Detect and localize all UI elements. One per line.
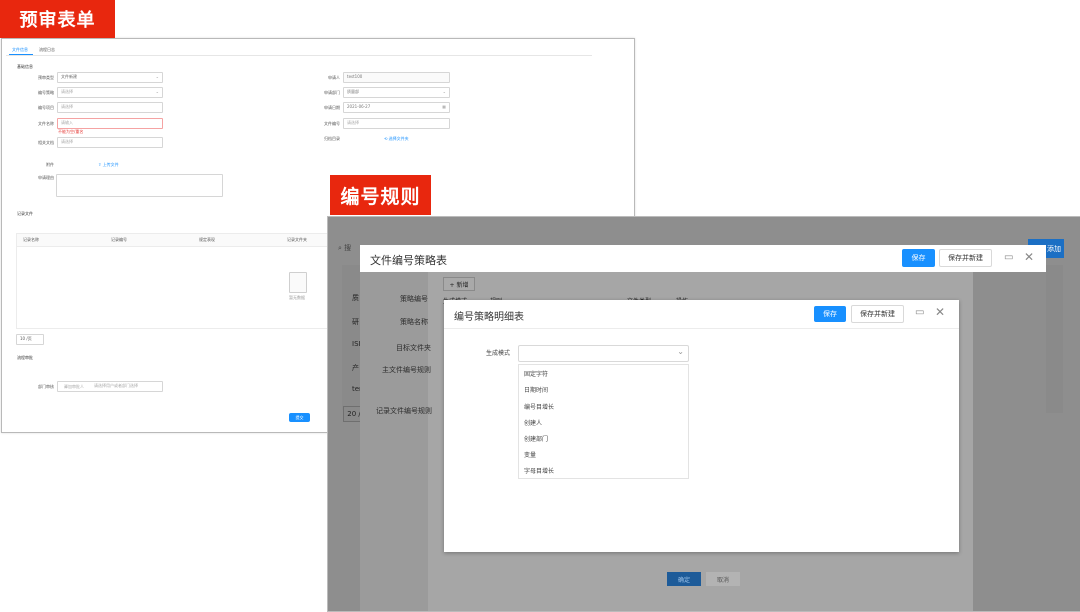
side-label-main-rule: 主文件编号规则	[382, 366, 431, 374]
apply-dept-select[interactable]: 质量部 ⌄	[343, 87, 450, 98]
dept-review-input[interactable]: ⊕ 添加审批人 请选择用户或者部门选择	[57, 381, 163, 392]
close-icon[interactable]: ✕	[1024, 250, 1034, 264]
dropdown-option[interactable]: 字母目增长	[524, 466, 554, 475]
calendar-icon: ▦	[442, 104, 446, 109]
dropdown-option[interactable]: 编号目增长	[524, 402, 554, 411]
col-record-name: 记录名称	[23, 237, 39, 242]
col-record-no: 记录编号	[111, 237, 127, 242]
numbering-strategy-label: 编号策略	[38, 90, 54, 95]
refresh-icon: ⟲	[384, 136, 388, 141]
dept-review-label: 部门审核	[38, 384, 54, 389]
generate-mode-dropdown: 固定字符 日期时间 编号目增长 创建人 创建部门 变量 字母目增长	[518, 364, 689, 479]
strategy-detail-modal: 编号策略明细表 保存 保存并新建 ▭ ✕ 生成模式 ⌄ 固定字符 日期时间 编号…	[444, 300, 959, 552]
dropdown-option[interactable]: 创建人	[524, 418, 542, 427]
bg-table-strip-right	[1045, 265, 1063, 413]
dropdown-option[interactable]: 固定字符	[524, 369, 548, 378]
numbering-rule-tag: 编号规则	[330, 175, 431, 215]
chevron-down-icon: ⌄	[155, 89, 159, 94]
numbering-strategy-select[interactable]: 请选择 ⌄	[57, 87, 163, 98]
submit-button[interactable]: 提交	[289, 413, 310, 422]
generate-mode-select[interactable]: ⌄	[518, 345, 689, 362]
tab-file-info[interactable]: 文件信息	[12, 47, 28, 53]
col-folder: 记录文件夹	[287, 237, 307, 242]
select-folder-link[interactable]: ⟲ 选择文件夹	[384, 136, 409, 142]
apply-date-label: 申请日期	[324, 105, 340, 110]
file-name-input[interactable]: 请输入	[57, 118, 163, 129]
tab-divider	[6, 55, 592, 56]
chevron-down-icon: ⌄	[442, 89, 446, 94]
add-rule-button[interactable]: + 新增	[443, 277, 475, 291]
bg-row: 研	[352, 318, 359, 326]
strategy-modal-title: 文件编号策略表	[370, 254, 447, 267]
side-label-record-rule: 记录文件编号规则	[376, 407, 432, 415]
file-name-error: 不能为空/重名	[58, 129, 84, 134]
number-item-label: 编号项目	[38, 105, 54, 110]
bg-row: 质	[352, 294, 359, 302]
bg-row: 产	[352, 364, 359, 372]
bg-search: ⌕ 搜	[338, 244, 352, 252]
form-type-label: 预审类型	[38, 75, 54, 80]
side-label-target-folder: 目标文件夹	[396, 344, 431, 352]
numbering-rule-screenshot: ⌕ 搜 添加 质 研 ISI 产 ter 20 / 文件编号策略表 保存 保存并…	[327, 216, 1080, 612]
side-label-strategy-no: 策略编号	[400, 295, 428, 303]
maximize-icon[interactable]: ▭	[1004, 252, 1013, 263]
empty-data-icon	[289, 272, 307, 293]
page-size-select[interactable]: 10 /页	[16, 334, 44, 345]
strategy-save-button[interactable]: 保存	[902, 249, 935, 267]
apply-date-picker[interactable]: 2021-06-27 ▦	[343, 102, 450, 113]
form-type-select[interactable]: 文件新建 ⌄	[57, 72, 163, 83]
detail-save-button[interactable]: 保存	[814, 306, 846, 322]
empty-data-text: 暂无数据	[289, 295, 305, 300]
detail-save-new-button[interactable]: 保存并新建	[851, 305, 904, 323]
dropdown-option[interactable]: 变量	[524, 450, 536, 459]
close-icon[interactable]: ✕	[935, 305, 945, 319]
related-docs-input[interactable]: 请选择	[57, 137, 163, 148]
attachment-label: 附件	[46, 162, 54, 167]
bg-table-strip: 质 研 ISI 产 ter	[342, 265, 362, 410]
strategy-cancel-button[interactable]: 取消	[706, 572, 740, 586]
strategy-modal-header: 文件编号策略表 保存 保存并新建 ▭ ✕	[360, 245, 1046, 272]
number-item-input[interactable]: 请选择	[57, 102, 163, 113]
target-dir-label: 归档目录	[324, 136, 340, 141]
file-no-label: 文件编号	[324, 121, 340, 126]
related-docs-label: 相关文档	[38, 140, 54, 145]
maximize-icon[interactable]: ▭	[915, 307, 924, 318]
applicant-label: 申请人	[328, 75, 340, 80]
dropdown-option[interactable]: 创建部门	[524, 434, 548, 443]
section-flow: 流程审批	[17, 355, 33, 360]
dropdown-option[interactable]: 日期时间	[524, 385, 548, 394]
chevron-down-icon: ⌄	[677, 347, 684, 356]
section-records: 记录文件	[17, 211, 33, 216]
reason-label: 申请理由	[38, 175, 54, 180]
file-no-input[interactable]: 请选择	[343, 118, 450, 129]
detail-modal-header: 编号策略明细表 保存 保存并新建 ▭ ✕	[444, 300, 959, 329]
reason-textarea[interactable]	[56, 174, 223, 197]
chevron-down-icon: ⌄	[155, 74, 159, 79]
strategy-ok-button[interactable]: 确定	[667, 572, 701, 586]
strategy-save-new-button[interactable]: 保存并新建	[939, 249, 992, 267]
apply-dept-label: 申请部门	[324, 90, 340, 95]
side-label-strategy-name: 策略名称	[400, 318, 428, 326]
tab-flow-log[interactable]: 流程日志	[39, 47, 55, 53]
search-icon: ⌕	[338, 244, 342, 252]
detail-modal-title: 编号策略明细表	[454, 312, 524, 323]
pre-review-form-tag: 预审表单	[0, 0, 115, 38]
applicant-input: test100	[343, 72, 450, 83]
file-name-label: 文件名称	[38, 121, 54, 126]
upload-file-link[interactable]: ⇪ 上传文件	[98, 162, 119, 168]
generate-mode-label: 生成模式	[486, 350, 511, 357]
col-rule: 规定表现	[199, 237, 215, 242]
section-basic-info: 基础信息	[17, 64, 33, 69]
upload-icon: ⇪	[98, 162, 102, 167]
